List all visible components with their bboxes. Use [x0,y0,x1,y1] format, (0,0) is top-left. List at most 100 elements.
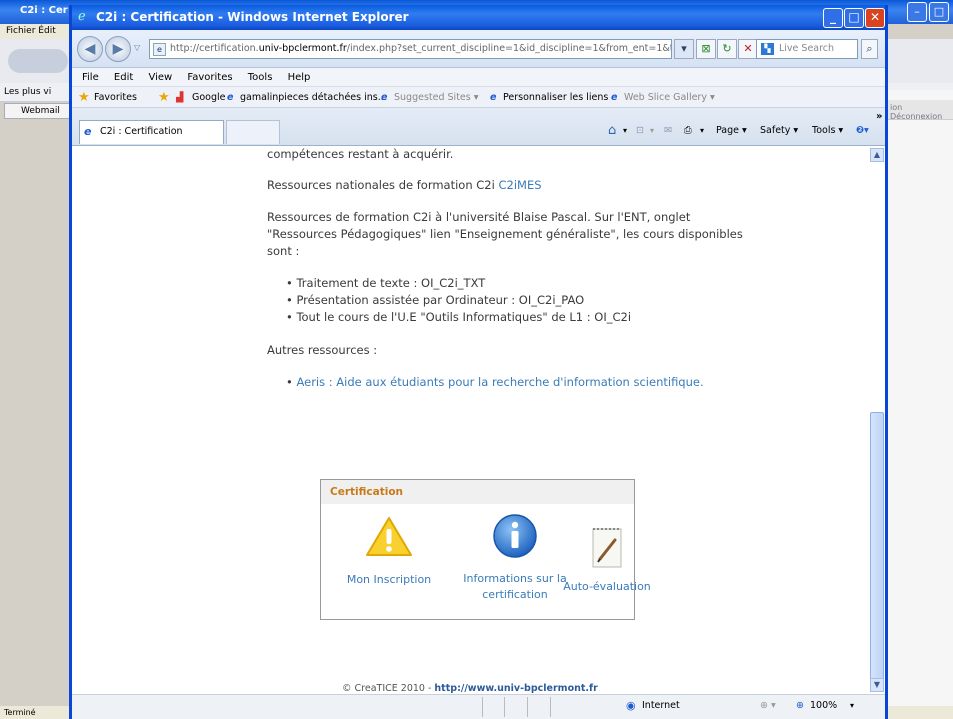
scroll-thumb[interactable] [870,412,884,682]
ie-page-icon: e [490,92,497,103]
fav-personnaliser[interactable]: Personnaliser les liens [503,87,608,107]
forward-button[interactable]: ▶ [105,36,131,62]
fav-suggested-sites[interactable]: Suggested Sites ▾ [394,87,479,107]
ubp-line-2: "Ressources Pédagogiques" lien "Enseigne… [267,227,743,241]
menu-file[interactable]: File [82,72,99,83]
footer-copyright: © CreaTICE 2010 - [342,683,435,694]
address-suffix: /index.php?set_current_discipline=1&id_d… [346,43,672,54]
fav-web-slice[interactable]: Web Slice Gallery ▾ [624,87,715,107]
zone-label: Internet [642,700,680,711]
print-icon[interactable]: ⎙ [684,120,692,142]
background-menu-file[interactable]: Fichier [6,26,35,36]
mon-inscription-item[interactable]: Mon Inscription [339,515,439,588]
tab-bar: e C2i : Certification ⌂ ▾ ⊡ ▾ ✉ ⎙ ▾ Page… [72,108,885,146]
refresh-icon[interactable]: ↻ [717,39,737,59]
menu-bar: File Edit View Favorites Tools Help [72,68,885,87]
menu-favorites[interactable]: Favorites [187,72,232,83]
zoom-level[interactable]: 100% [810,695,837,717]
fav-google[interactable]: Google [192,87,226,107]
top-cut-text: compétences restant à acquérir. [267,147,454,161]
address-bar[interactable]: e http://certification.univ-bpclermont.f… [149,39,672,59]
tools-menu[interactable]: Tools ▾ [812,120,843,142]
help-icon[interactable]: ❷▾ [856,120,869,142]
home-dropdown-icon[interactable]: ▾ [623,120,627,142]
status-divider [482,697,483,717]
auto-evaluation-item[interactable]: Auto-évaluation [552,526,662,595]
page-content: compétences restant à acquérir. Ressourc… [72,146,869,694]
ie-window: ℯ C2i : Certification - Windows Internet… [69,5,888,719]
home-icon[interactable]: ⌂ [608,120,616,142]
search-input[interactable]: ▚ Live Search [756,39,858,59]
vertical-scrollbar[interactable]: ▲ ▼ [869,146,885,694]
status-bar: ◉ Internet ⊕ ▾ ⊕ 100% ▾ [72,694,885,719]
new-tab-button[interactable] [226,120,280,144]
favorites-star-icon: ★ [78,90,90,105]
minimize-button[interactable]: _ [823,8,843,28]
background-menu-edit[interactable]: Édit [38,26,55,36]
history-dropdown-icon[interactable]: ▽ [134,43,140,52]
maximize-button[interactable]: □ [844,8,864,28]
tab-label: C2i : Certification [100,126,183,137]
background-maximize-button[interactable]: □ [929,2,949,22]
background-back-forward[interactable] [8,49,68,73]
navigation-bar: ◀ ▶ ▽ e http://certification.univ-bpcler… [72,30,885,68]
scroll-up-icon[interactable]: ▲ [870,148,884,162]
background-menu: Fichier Édit [0,24,80,39]
address-dropdown-icon[interactable]: ▾ [674,39,694,59]
feeds-dropdown-icon[interactable]: ▾ [650,120,654,142]
menu-help[interactable]: Help [288,72,311,83]
fav-gamalin[interactable]: gamalinpieces détachées ins... [240,87,387,107]
mon-inscription-label: Mon Inscription [346,573,432,586]
info-icon [493,514,537,558]
c2imes-link[interactable]: C2iMES [498,178,541,192]
certification-box: Certification Mon Inscription Informatio… [320,479,651,620]
feeds-icon[interactable]: ⊡ [636,120,644,142]
auto-evaluation-label: Auto-évaluation [563,580,651,593]
zoom-dropdown-icon[interactable]: ▾ [850,695,854,717]
tab-certification[interactable]: e C2i : Certification [79,120,224,144]
footer-link[interactable]: http://www.univ-bpclermont.fr [434,683,597,694]
address-prefix: http://certification. [170,43,259,54]
page-icon: e [153,43,166,56]
globe-icon: ◉ [626,699,636,712]
compatibility-icon[interactable]: ⊠ [696,39,716,59]
menu-edit[interactable]: Edit [114,72,133,83]
course-list: Traitement de texte : OI_C2i_TXT Présent… [286,275,631,326]
ressources-nat-label: Ressources nationales de formation C2i [267,178,495,192]
menu-view[interactable]: View [148,72,172,83]
notepad-icon [592,528,622,568]
warning-icon [366,517,412,556]
list-item: Aeris : Aide aux étudiants pour la reche… [286,374,703,391]
list-item: Présentation assistée par Ordinateur : O… [286,292,631,309]
live-search-icon: ▚ [761,43,774,55]
status-divider [527,697,528,717]
background-tab[interactable]: Webmail [4,103,74,119]
menu-tools[interactable]: Tools [248,72,273,83]
stop-icon[interactable]: ✕ [738,39,758,59]
mail-icon[interactable]: ✉ [664,120,672,142]
certification-box-title: Certification [321,480,634,504]
add-favorite-icon[interactable]: ★ [158,87,170,107]
scroll-down-icon[interactable]: ▼ [870,678,884,692]
print-dropdown-icon[interactable]: ▾ [700,120,704,142]
close-button[interactable]: ✕ [865,8,885,28]
favorites-bar: ★ Favorites ★ ▟ Google e gamalinpieces d… [72,87,885,108]
background-right-link[interactable]: Déconnexion [890,112,942,121]
back-button[interactable]: ◀ [77,36,103,62]
tab-ie-icon: e [84,125,92,138]
address-domain: univ-bpclermont.fr [258,43,347,54]
favorites-button[interactable]: Favorites [94,87,137,107]
background-minimize-button[interactable]: – [907,2,927,22]
autres-label: Autres ressources : [267,343,378,357]
list-item: Tout le cours de l'U.E "Outils Informati… [286,309,631,326]
ie-page-icon: e [227,92,234,103]
status-divider [504,697,505,717]
page-menu[interactable]: Page ▾ [716,120,747,142]
zoom-icon: ⊕ [796,700,804,711]
aeris-link[interactable]: Aeris : Aide aux étudiants pour la reche… [296,375,703,389]
more-commands-icon[interactable]: » [876,111,882,122]
safety-menu[interactable]: Safety ▾ [760,120,798,142]
protected-mode-icon[interactable]: ⊕ ▾ [760,695,776,717]
ie-page-icon: e [381,92,388,103]
search-go-icon[interactable]: ⌕ [861,39,878,59]
